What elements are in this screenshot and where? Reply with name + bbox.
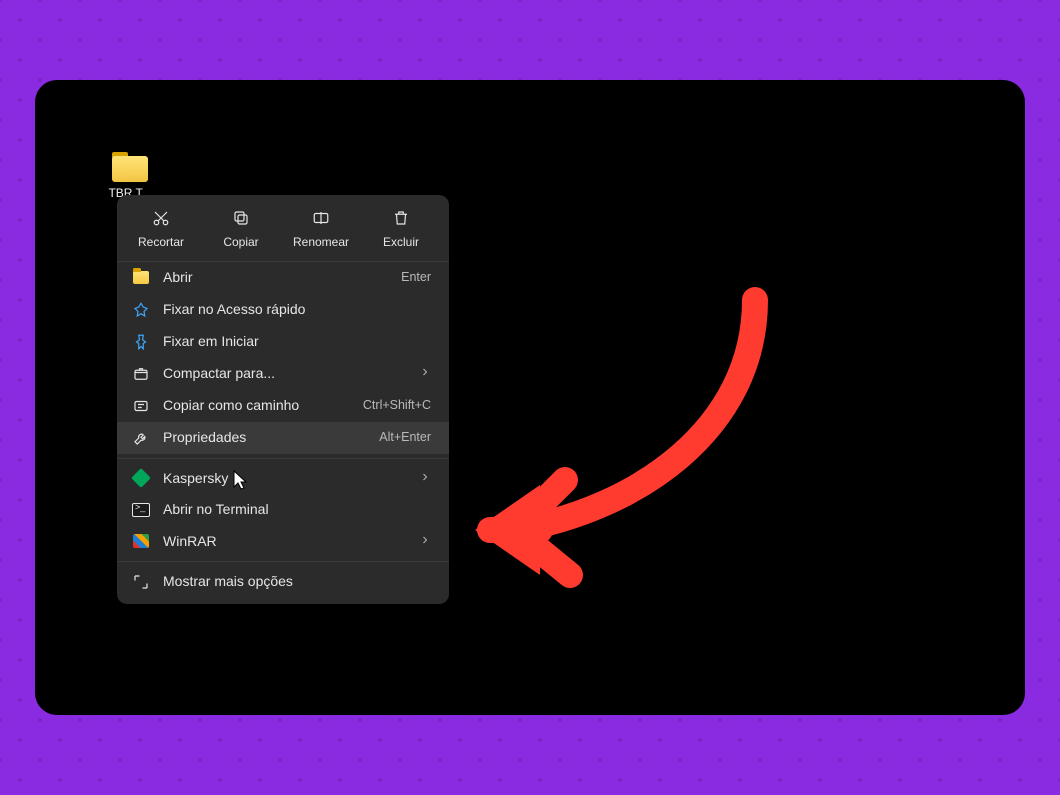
menu-item-properties[interactable]: Propriedades Alt+Enter [117, 422, 449, 454]
menu-separator [117, 561, 449, 562]
article-backdrop: TBR T... Recortar Copiar [0, 0, 1060, 795]
delete-button[interactable]: Excluir [363, 203, 439, 257]
scissors-icon [125, 209, 197, 231]
cut-button[interactable]: Recortar [123, 203, 199, 257]
rename-label: Renomear [293, 235, 349, 249]
annotation-arrow-icon [455, 280, 785, 590]
desktop-folder[interactable]: TBR T... [95, 152, 165, 200]
cut-label: Recortar [138, 235, 184, 249]
menu-item-shortcut: Ctrl+Shift+C [363, 398, 431, 414]
copy-icon [205, 209, 277, 231]
menu-item-shortcut: Enter [401, 270, 431, 286]
pin-icon [131, 333, 151, 351]
kaspersky-icon [131, 471, 151, 485]
chevron-right-icon [419, 365, 431, 383]
menu-item-kaspersky[interactable]: Kaspersky [117, 463, 449, 495]
folder-icon [112, 152, 148, 182]
menu-item-winrar[interactable]: WinRAR [117, 526, 449, 558]
wrench-icon [131, 429, 151, 447]
rename-button[interactable]: Renomear [283, 203, 359, 257]
delete-label: Excluir [383, 235, 419, 249]
archive-icon [131, 365, 151, 383]
context-menu-topbar: Recortar Copiar Renomear [117, 195, 449, 262]
menu-item-label: Abrir [163, 269, 389, 287]
menu-item-more-options[interactable]: Mostrar mais opções [117, 566, 449, 598]
menu-item-shortcut: Alt+Enter [379, 430, 431, 446]
winrar-icon [131, 534, 151, 548]
menu-item-open-terminal[interactable]: Abrir no Terminal [117, 494, 449, 526]
copy-button[interactable]: Copiar [203, 203, 279, 257]
menu-item-pin-quick-access[interactable]: Fixar no Acesso rápido [117, 294, 449, 326]
rename-icon [285, 209, 357, 231]
menu-item-label: Copiar como caminho [163, 397, 351, 415]
screenshot-panel: TBR T... Recortar Copiar [35, 80, 1025, 715]
menu-item-label: Compactar para... [163, 365, 407, 383]
expand-icon [131, 573, 151, 591]
menu-item-label: Kaspersky [163, 470, 407, 488]
menu-item-label: Mostrar mais opções [163, 573, 431, 591]
menu-item-compress[interactable]: Compactar para... [117, 358, 449, 390]
menu-item-open[interactable]: Abrir Enter [117, 262, 449, 294]
copy-path-icon [131, 397, 151, 415]
menu-item-label: Fixar em Iniciar [163, 333, 431, 351]
menu-item-pin-start[interactable]: Fixar em Iniciar [117, 326, 449, 358]
menu-separator [117, 458, 449, 459]
menu-item-label: Propriedades [163, 429, 367, 447]
folder-icon [131, 271, 151, 284]
chevron-right-icon [419, 470, 431, 488]
menu-item-label: WinRAR [163, 533, 407, 551]
menu-item-label: Fixar no Acesso rápido [163, 301, 431, 319]
copy-label: Copiar [223, 235, 258, 249]
pin-icon [131, 301, 151, 319]
chevron-right-icon [419, 533, 431, 551]
menu-item-label: Abrir no Terminal [163, 501, 431, 519]
context-menu: Recortar Copiar Renomear [117, 195, 449, 604]
terminal-icon [131, 503, 151, 517]
menu-item-copy-as-path[interactable]: Copiar como caminho Ctrl+Shift+C [117, 390, 449, 422]
trash-icon [365, 209, 437, 231]
